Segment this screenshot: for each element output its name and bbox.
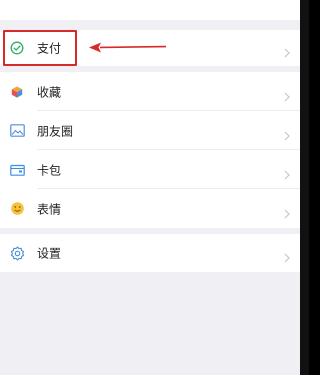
device-bezel <box>300 0 309 375</box>
moments-picture-icon <box>9 123 25 139</box>
card-wallet-icon <box>9 162 25 178</box>
screen: 支付 收藏 朋友圈 卡包 表情 设置 <box>0 0 300 375</box>
menu-item-favorites-label: 收藏 <box>37 85 62 99</box>
chevron-right-icon <box>283 204 291 218</box>
chevron-right-icon <box>283 248 291 263</box>
menu-item-stickers[interactable]: 表情 <box>0 189 300 228</box>
menu-item-moments-label: 朋友圈 <box>37 124 74 138</box>
menu-item-cards-label: 卡包 <box>37 163 62 177</box>
menu-item-cards[interactable]: 卡包 <box>0 150 300 189</box>
menu-item-favorites[interactable]: 收藏 <box>0 72 300 111</box>
profile-card-bottom <box>0 0 300 20</box>
menu-item-settings[interactable]: 设置 <box>0 234 300 272</box>
menu-item-moments[interactable]: 朋友圈 <box>0 111 300 150</box>
settings-gear-icon <box>9 245 25 261</box>
menu-group-main: 收藏 朋友圈 卡包 表情 <box>0 72 300 228</box>
annotation-arrow <box>89 42 166 53</box>
chevron-right-icon <box>283 87 291 101</box>
chevron-right-icon <box>283 126 291 140</box>
menu-item-settings-label: 设置 <box>37 246 62 261</box>
chevron-right-icon <box>283 43 291 58</box>
menu-group-settings: 设置 <box>0 234 300 272</box>
sticker-smile-icon <box>9 201 25 217</box>
payment-highlight-box <box>3 30 77 66</box>
menu-item-stickers-label: 表情 <box>37 202 62 216</box>
favorites-cube-icon <box>9 84 25 100</box>
chevron-right-icon <box>283 165 291 179</box>
